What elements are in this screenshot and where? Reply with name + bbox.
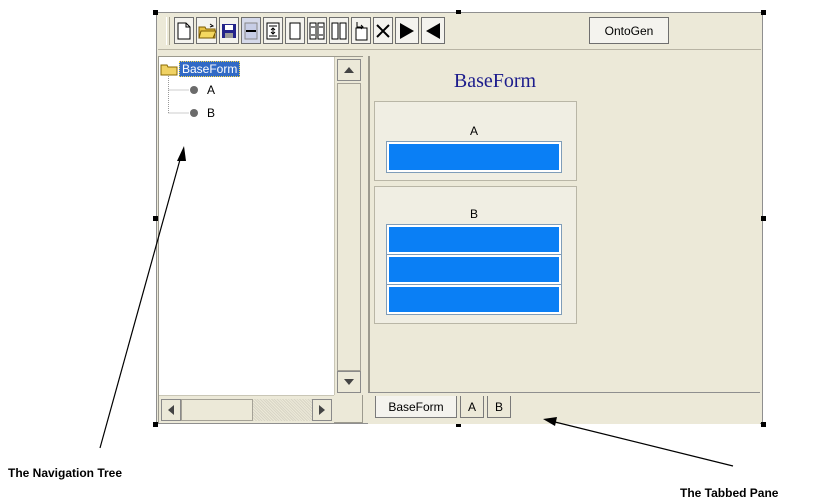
label-navigation-tree: The Navigation Tree bbox=[8, 466, 123, 480]
arrow-head-icon bbox=[177, 146, 186, 161]
annotation-arrows bbox=[99, 146, 734, 467]
arrow-head-icon bbox=[543, 417, 557, 426]
label-tabbed-pane: The Tabbed Pane bbox=[680, 486, 779, 500]
